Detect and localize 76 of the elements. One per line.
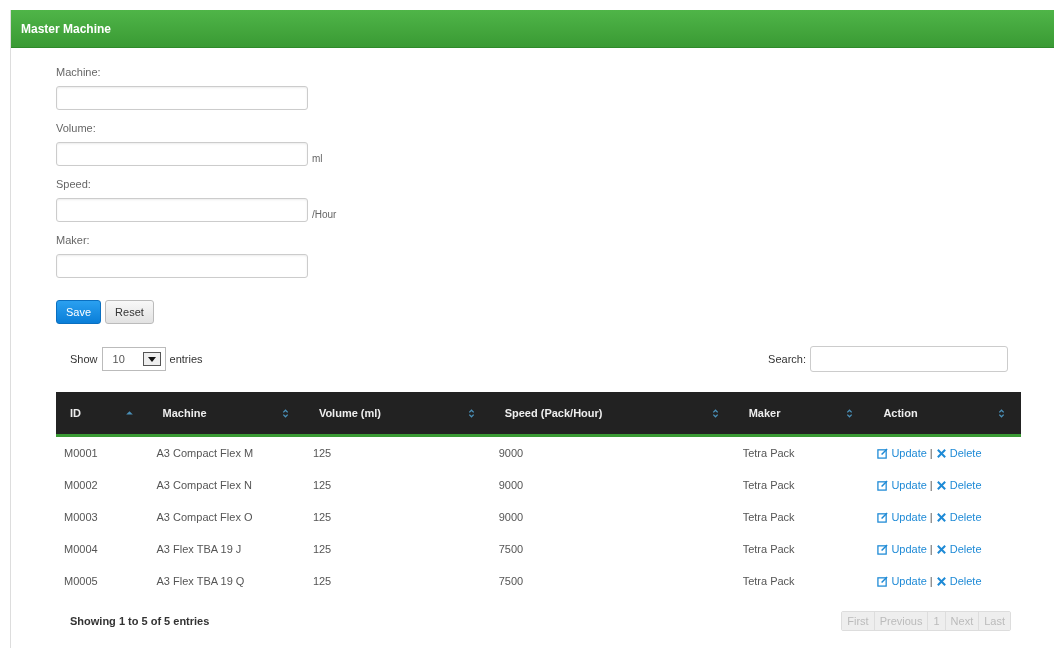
table-cell-text: A3 Flex TBA 19 J (155, 542, 243, 557)
table-cell-text: Tetra Pack (741, 542, 796, 557)
table-cell-text: 9000 (497, 510, 525, 525)
unit-label: /Hour (312, 209, 337, 220)
table-cell-text: M0004 (63, 542, 99, 557)
entries-label: entries (169, 353, 203, 365)
field-label: Machine: (56, 66, 102, 78)
show-label: Show (70, 353, 98, 365)
field-label: Maker: (56, 234, 91, 246)
entries-select[interactable]: 10 (101, 347, 166, 371)
table-cell-text: 9000 (497, 478, 525, 493)
column-header[interactable]: Action (869, 392, 1021, 436)
close-icon (935, 447, 947, 459)
delete-link[interactable]: Delete (949, 447, 982, 459)
edit-icon (877, 447, 889, 459)
table-cell-text: A3 Flex TBA 19 Q (155, 574, 246, 589)
text-field[interactable] (56, 142, 308, 166)
table-cell-text: A3 Compact Flex N (155, 478, 253, 493)
table-cell: A3 Compact Flex M (148, 435, 305, 469)
close-icon (935, 479, 947, 491)
separator: | (929, 511, 933, 523)
table-cell: 9000 (490, 435, 735, 469)
table-cell-text: 125 (311, 510, 333, 525)
update-link[interactable]: Update (891, 479, 927, 491)
save-button[interactable]: Save (56, 300, 102, 324)
table-cell: M0001 (56, 435, 149, 469)
edit-icon (877, 543, 889, 555)
column-header[interactable]: Maker (734, 392, 870, 436)
table-cell-text: Tetra Pack (741, 574, 796, 589)
close-icon (935, 511, 947, 523)
table-cell-text: M0005 (63, 574, 99, 589)
update-link[interactable]: Update (891, 575, 927, 587)
field-label: Volume: (56, 122, 97, 134)
panel-title: Master Machine (21, 21, 112, 36)
delete-link[interactable]: Delete (949, 511, 982, 523)
table-cell-text: 7500 (497, 542, 525, 557)
edit-icon (877, 575, 889, 587)
table-cell-text: A3 Compact Flex O (155, 510, 254, 525)
update-link[interactable]: Update (891, 511, 927, 523)
edit-icon (877, 511, 889, 523)
column-header[interactable]: Speed (Pack/Hour) (490, 392, 735, 436)
delete-link[interactable]: Delete (949, 479, 982, 491)
table-cell-text: Tetra Pack (741, 478, 796, 493)
separator: | (929, 479, 933, 491)
table-info: Showing 1 to 5 of 5 entries (70, 615, 210, 627)
table-cell-text: 125 (311, 574, 333, 589)
search-field[interactable] (810, 346, 1008, 372)
update-link[interactable]: Update (891, 543, 927, 555)
table-cell-text: 125 (311, 478, 333, 493)
dropdown-icon (142, 352, 161, 366)
close-icon (935, 575, 947, 587)
table-cell-text: M0003 (63, 510, 99, 525)
update-link[interactable]: Update (891, 447, 927, 459)
column-header[interactable]: ID (56, 392, 149, 436)
search-label: Search: (768, 353, 806, 365)
table-cell-text: 7500 (497, 574, 525, 589)
separator: | (929, 447, 933, 459)
table-cell-text: M0002 (63, 478, 99, 493)
table-cell: 125 (304, 435, 491, 469)
separator: | (929, 543, 933, 555)
edit-icon (877, 479, 889, 491)
separator: | (929, 575, 933, 587)
close-icon (935, 543, 947, 555)
text-field[interactable] (56, 198, 308, 222)
text-field[interactable] (56, 254, 308, 278)
table-cell-text: Tetra Pack (741, 510, 796, 525)
text-field[interactable] (56, 86, 308, 110)
table-cell: Tetra Pack (734, 435, 870, 469)
unit-label: ml (312, 153, 323, 164)
delete-link[interactable]: Delete (949, 543, 982, 555)
delete-link[interactable]: Delete (949, 575, 982, 587)
table-cell-text: 125 (311, 542, 333, 557)
column-header[interactable]: Machine (148, 392, 305, 436)
reset-button[interactable]: Reset (105, 300, 154, 324)
column-header[interactable]: Volume (ml) (304, 392, 491, 436)
field-label: Speed: (56, 178, 92, 190)
